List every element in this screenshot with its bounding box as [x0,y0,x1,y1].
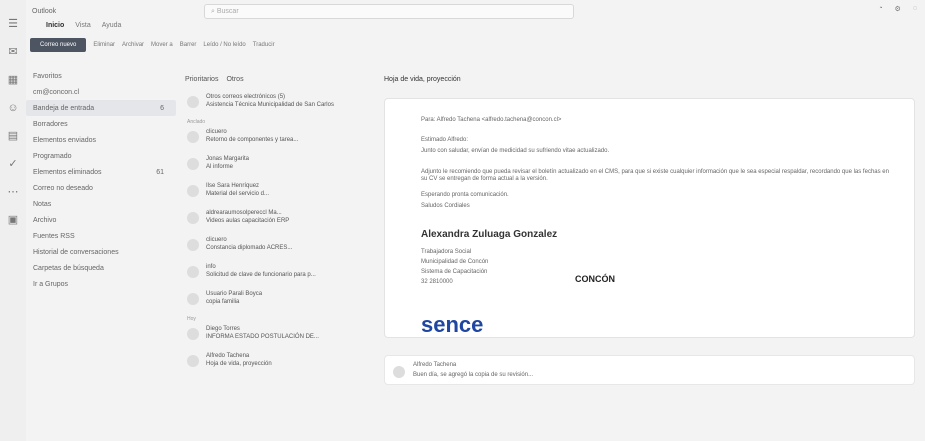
list-tabs: Prioritarios Otros [185,76,372,83]
list-item[interactable]: clicuero Retorno de componentes y tarea..… [183,126,376,153]
email-card: Para: Alfredo Tachena <alfredo.tachena@c… [384,98,915,338]
avatar [187,131,199,143]
list-item[interactable]: info Solicitud de clave de funcionario pa… [183,261,376,288]
avatar [393,366,405,378]
list-item[interactable]: Alfredo Tachena Hoja de vida, proyección [183,350,376,377]
folder-inbox[interactable]: Bandeja de entrada 6 [26,100,176,116]
avatar [187,185,199,197]
avatar [187,293,199,305]
apps-icon[interactable]: ⋯ [7,186,19,198]
sence-logo: sence [421,312,484,337]
read-unread-button[interactable]: Leído / No leído [203,42,245,48]
mail-icon[interactable]: ✉ [7,46,19,58]
list-item[interactable]: aldrearaumosolpereccl Ma... Videos aulas … [183,207,376,234]
folder-search[interactable]: Carpetas de búsqueda [26,260,176,276]
people-icon[interactable]: ☺ [7,102,19,114]
outlook-app: ☰ ✉ ▦ ☺ ▤ ✓ ⋯ ▣ Outlook ⌕ Buscar ◔ ⚙ ◌ I… [0,0,925,441]
app-title: Outlook [32,7,57,15]
menu-view[interactable]: Vista [75,22,90,34]
search-input[interactable]: ⌕ Buscar [204,4,574,19]
move-button[interactable]: Mover a [151,42,173,48]
avatar [187,158,199,170]
signature-name: Alexandra Zuluaga Gonzalez [421,229,558,240]
folder-sent[interactable]: Elementos enviados [26,132,176,148]
menu-help[interactable]: Ayuda [102,22,122,34]
list-item[interactable]: Diego Torres INFORMA ESTADO POSTULACIÓN D… [183,323,376,350]
delete-button[interactable]: Eliminar [93,42,115,48]
folder-junk[interactable]: Correo no deseado [26,180,176,196]
folder-history[interactable]: Historial de conversaciones [26,244,176,260]
folder-archive[interactable]: Archivo [26,212,176,228]
reading-pane: Hoja de vida, proyección Para: Alfredo T… [382,68,917,441]
tab-focused[interactable]: Prioritarios [185,76,218,83]
profile-icon[interactable]: ◌ [913,5,917,13]
concon-logo: CONCÓN [575,274,615,284]
folder-notes[interactable]: Notas [26,196,176,212]
list-item[interactable]: clicuero Constancia diplomado ACRES... [183,234,376,261]
account-section[interactable]: cm@concon.cl [26,84,176,100]
archive-button[interactable]: Archivar [122,42,144,48]
folder-pane: Favoritos cm@concon.cl Bandeja de entrad… [26,68,176,441]
notifications-icon[interactable]: ◔ [878,5,882,13]
list-item[interactable]: Usuario Parali Boyca copia familia [183,288,376,315]
top-icons: ◔ ⚙ ◌ [878,5,917,13]
recipient-line: Para: Alfredo Tachena <alfredo.tachena@c… [421,117,562,123]
translate-button[interactable]: Traducir [253,42,275,48]
list-item[interactable]: Jonas Margarita Al informe [183,153,376,180]
ribbon: Correo nuevo Eliminar Archivar Mover a B… [26,36,925,54]
tasks-icon[interactable]: ✓ [7,158,19,170]
sweep-button[interactable]: Barrer [180,42,197,48]
avatar [187,96,199,108]
new-mail-button[interactable]: Correo nuevo [30,38,87,52]
menu-bar: Inicio Vista Ayuda [26,22,925,34]
avatar [187,355,199,367]
menu-home[interactable]: Inicio [46,22,64,34]
avatar [187,266,199,278]
more-icon[interactable]: ▣ [7,214,19,226]
folder-scheduled[interactable]: Programado [26,148,176,164]
topbar: Outlook ⌕ Buscar ◔ ⚙ ◌ [26,0,925,22]
avatar [187,212,199,224]
today-label: Hoy [187,316,196,322]
folder-drafts[interactable]: Borradores [26,116,176,132]
calendar-icon[interactable]: ▦ [7,74,19,86]
pinned-label: Anclado [187,119,206,125]
tab-other[interactable]: Otros [226,76,243,83]
folder-deleted[interactable]: Elementos eliminados 61 [26,164,176,180]
folder-groups[interactable]: Ir a Grupos [26,276,176,292]
reply-item[interactable]: Alfredo Tachena Buen día, se agregó la c… [384,355,915,385]
menu-icon[interactable]: ☰ [7,18,19,30]
conversation-title: Hoja de vida, proyección [384,76,461,83]
files-icon[interactable]: ▤ [7,130,19,142]
settings-icon[interactable]: ⚙ [895,5,901,13]
favorites-section[interactable]: Favoritos [26,68,176,84]
list-item[interactable]: Otros correos electrónicos (5) Asistencia… [183,91,376,118]
avatar [187,328,199,340]
message-list: Prioritarios Otros Otros correos electró… [183,68,376,441]
list-item[interactable]: Ilse Sara Henríquez Material del servicio… [183,180,376,207]
avatar [187,239,199,251]
left-rail: ☰ ✉ ▦ ☺ ▤ ✓ ⋯ ▣ [0,0,26,441]
folder-rss[interactable]: Fuentes RSS [26,228,176,244]
